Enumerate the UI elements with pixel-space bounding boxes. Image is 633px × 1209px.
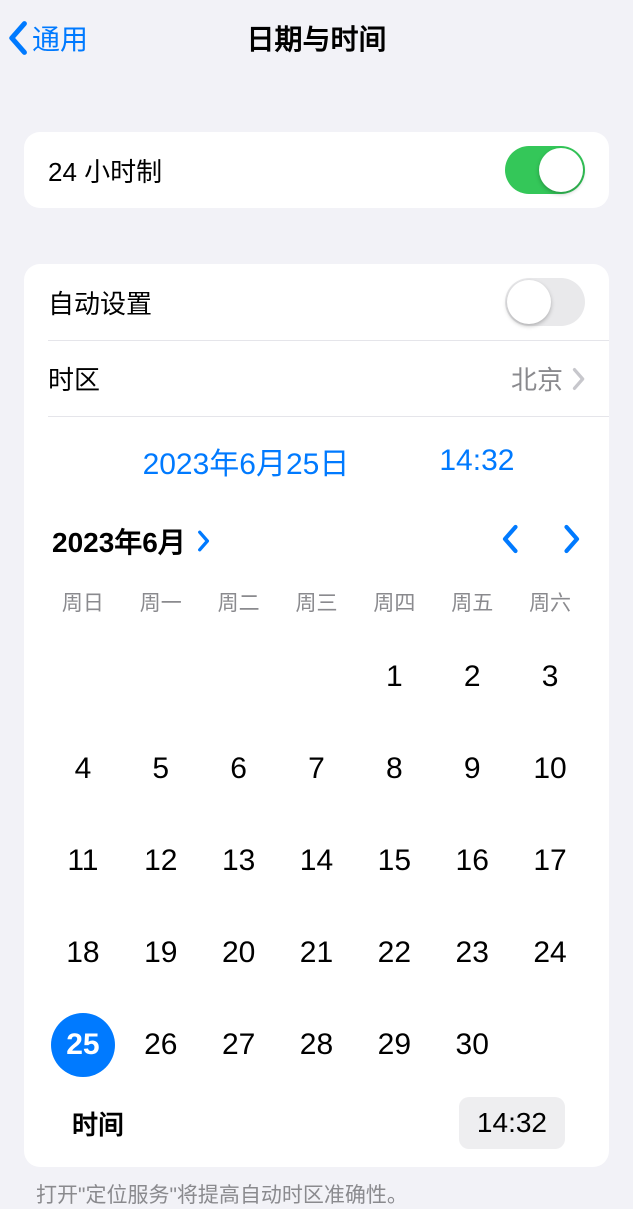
row-24hour: 24 小时制 [24,132,609,208]
day-cell[interactable]: 1 [362,645,426,709]
weekday-header: 周三 [278,577,356,631]
day-empty [51,645,115,709]
day-cell[interactable]: 3 [518,645,582,709]
back-button[interactable]: 通用 [8,18,88,58]
timezone-value: 北京 [511,360,563,397]
chevron-right-icon [196,530,210,552]
time-pill[interactable]: 14:32 [439,444,514,478]
toggle-24hour[interactable] [505,146,585,194]
day-cell[interactable]: 28 [284,1013,348,1077]
calendar: 2023年6月 周日周一周二周三周四周五周六123456789101112131… [24,493,609,1167]
next-month-button[interactable] [561,524,581,559]
day-cell[interactable]: 7 [284,737,348,801]
chevron-left-icon [501,524,521,554]
page-title: 日期与时间 [246,18,386,58]
weekday-header: 周一 [122,577,200,631]
footer-note: 打开"定位服务"将提高自动时区准确性。 [0,1167,633,1209]
row-timezone[interactable]: 时区 北京 [48,340,609,416]
day-cell[interactable]: 16 [440,829,504,893]
row-auto-set: 自动设置 [24,264,609,340]
day-empty [207,645,271,709]
day-cell[interactable]: 14 [284,829,348,893]
day-cell[interactable]: 20 [207,921,271,985]
weekday-header: 周六 [511,577,589,631]
day-cell[interactable]: 17 [518,829,582,893]
toggle-knob [539,148,583,192]
chevron-right-icon [561,524,581,554]
date-pill[interactable]: 2023年6月25日 [143,439,350,483]
time-picker[interactable]: 14:32 [459,1097,565,1149]
chevron-left-icon [8,20,30,56]
prev-month-button[interactable] [501,524,521,559]
row-label-tz: 时区 [48,360,100,397]
day-cell[interactable]: 5 [129,737,193,801]
toggle-auto-set[interactable] [505,278,585,326]
weekday-header: 周二 [200,577,278,631]
day-cell[interactable]: 23 [440,921,504,985]
month-picker[interactable]: 2023年6月 [52,521,210,561]
day-cell[interactable]: 30 [440,1013,504,1077]
time-label: 时间 [72,1105,124,1142]
day-cell[interactable]: 4 [51,737,115,801]
date-time-row: 2023年6月25日 14:32 [48,416,609,493]
day-cell[interactable]: 29 [362,1013,426,1077]
day-cell[interactable]: 22 [362,921,426,985]
weekday-header: 周五 [433,577,511,631]
day-cell[interactable]: 24 [518,921,582,985]
day-cell[interactable]: 2 [440,645,504,709]
day-cell[interactable]: 19 [129,921,193,985]
day-cell[interactable]: 10 [518,737,582,801]
day-empty [129,645,193,709]
day-cell[interactable]: 6 [207,737,271,801]
day-cell[interactable]: 27 [207,1013,271,1077]
month-label: 2023年6月 [52,521,186,561]
day-cell[interactable]: 21 [284,921,348,985]
weekday-header: 周日 [44,577,122,631]
day-cell[interactable]: 12 [129,829,193,893]
day-cell[interactable]: 13 [207,829,271,893]
day-cell[interactable]: 15 [362,829,426,893]
day-cell[interactable]: 11 [51,829,115,893]
day-cell[interactable]: 25 [51,1013,115,1077]
row-label-24hour: 24 小时制 [48,152,162,189]
row-label-auto: 自动设置 [48,284,152,321]
day-cell[interactable]: 26 [129,1013,193,1077]
day-cell[interactable]: 8 [362,737,426,801]
back-label: 通用 [32,18,88,58]
chevron-right-icon [571,367,585,391]
weekday-header: 周四 [355,577,433,631]
day-cell[interactable]: 9 [440,737,504,801]
toggle-knob [507,280,551,324]
day-cell[interactable]: 18 [51,921,115,985]
day-empty [284,645,348,709]
